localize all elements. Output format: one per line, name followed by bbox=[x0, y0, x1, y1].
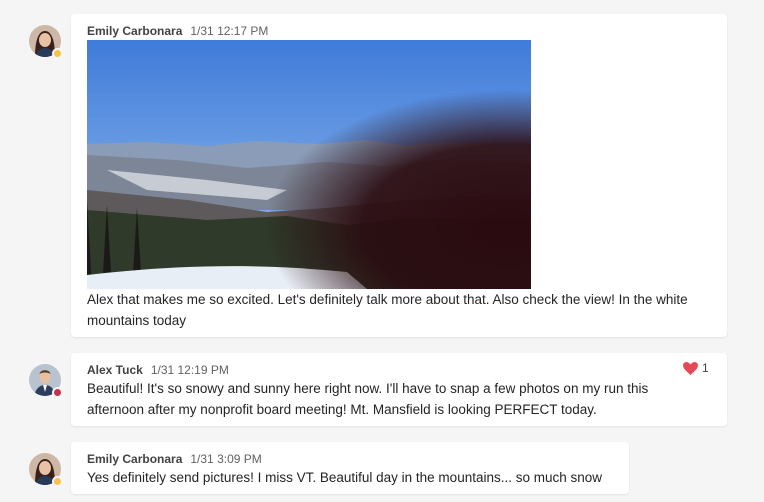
avatar-emily[interactable] bbox=[29, 453, 63, 487]
message-header: Alex Tuck 1/31 12:19 PM bbox=[87, 362, 229, 378]
author-name[interactable]: Emily Carbonara bbox=[87, 24, 182, 38]
author-name[interactable]: Emily Carbonara bbox=[87, 452, 182, 466]
timestamp: 1/31 3:09 PM bbox=[190, 452, 262, 466]
presence-busy-icon bbox=[52, 387, 63, 398]
mountain-photo-image bbox=[87, 40, 531, 289]
timestamp: 1/31 12:19 PM bbox=[150, 363, 229, 377]
timestamp: 1/31 12:17 PM bbox=[190, 24, 269, 38]
heart-icon bbox=[683, 361, 698, 375]
presence-away-icon bbox=[52, 48, 63, 59]
avatar-alex[interactable] bbox=[29, 364, 63, 398]
message-text: Beautiful! It's so snowy and sunny here … bbox=[87, 381, 649, 417]
reaction-badge[interactable]: 1 bbox=[683, 361, 709, 375]
message-header: Emily Carbonara 1/31 3:09 PM bbox=[87, 451, 262, 467]
reaction-count: 1 bbox=[702, 361, 709, 375]
message-header: Emily Carbonara 1/31 12:17 PM bbox=[87, 23, 268, 39]
presence-away-icon bbox=[52, 476, 63, 487]
author-name[interactable]: Alex Tuck bbox=[87, 363, 143, 377]
avatar-emily[interactable] bbox=[29, 25, 63, 59]
message-text: Alex that makes me so excited. Let's def… bbox=[87, 292, 688, 328]
message-text: Yes definitely send pictures! I miss VT.… bbox=[87, 470, 603, 485]
mountain-photo[interactable] bbox=[87, 40, 531, 289]
